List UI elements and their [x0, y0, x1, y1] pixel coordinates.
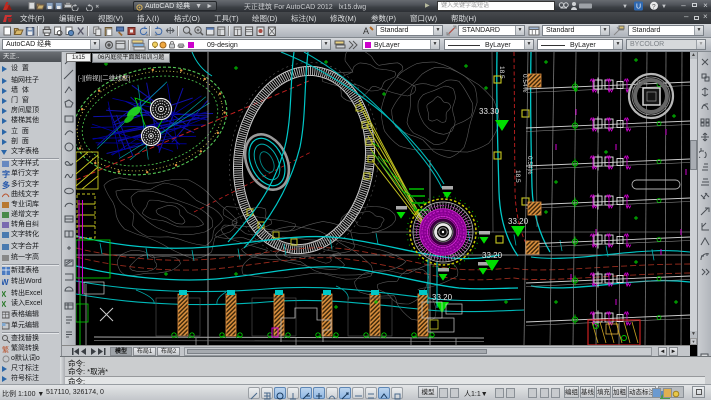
svg-text:JF: JF	[636, 80, 642, 86]
svg-text:[-][俯视][二维线框]: [-][俯视][二维线框]	[78, 73, 130, 82]
svg-text:33.20: 33.20	[482, 251, 503, 260]
svg-text:▼: ▼	[622, 4, 628, 10]
svg-text:18.5: 18.5	[514, 170, 521, 183]
svg-text:18.5: 18.5	[498, 66, 505, 79]
svg-text:多: 多	[2, 181, 10, 189]
svg-text:?: ?	[652, 4, 656, 11]
svg-text:A: A	[363, 26, 369, 36]
svg-text:▼: ▼	[661, 4, 667, 10]
svg-text:33.20: 33.20	[432, 293, 453, 302]
svg-text:X: X	[2, 290, 7, 298]
svg-text:0.54%: 0.54%	[521, 74, 528, 93]
svg-text:繁: 繁	[2, 345, 9, 353]
svg-text:W: W	[2, 278, 9, 286]
svg-text:X: X	[2, 300, 7, 308]
svg-text:字: 字	[2, 170, 10, 178]
svg-text:U: U	[636, 4, 641, 11]
svg-text:33.30: 33.30	[479, 107, 500, 116]
